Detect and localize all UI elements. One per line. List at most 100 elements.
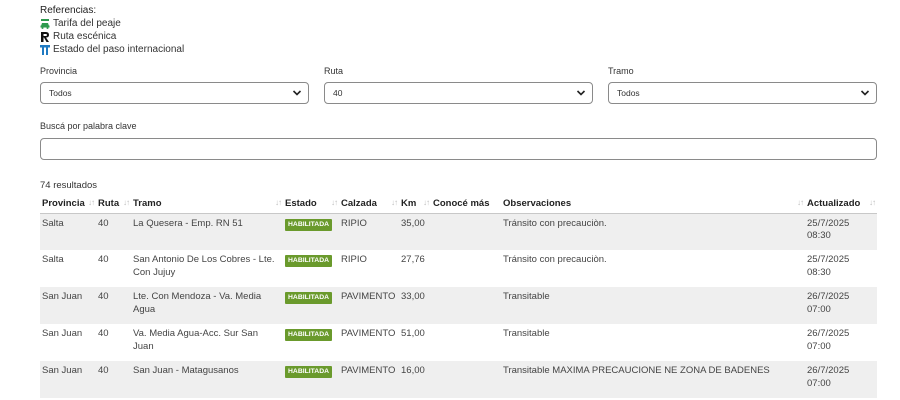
cell-provincia: San Juan — [42, 328, 83, 339]
ruta-value: 40 — [333, 88, 343, 98]
cell-calzada: RIPIO — [339, 213, 399, 250]
table-row: San Juan 40 Va. Media Agua-Acc. Sur San … — [40, 324, 877, 361]
table-row: Salta 40 La Quesera - Emp. RN 51 HABILIT… — [40, 213, 877, 250]
tramo-label: Tramo — [608, 66, 634, 76]
column-header-ruta[interactable]: Ruta ↓↑ — [96, 195, 131, 214]
cell-ruta: 40 — [98, 254, 109, 265]
cell-observaciones: Transitable — [501, 287, 805, 324]
status-badge: HABILITADA — [285, 292, 333, 304]
status-badge: HABILITADA — [285, 366, 333, 378]
table-row: Salta 40 San Antonio De Los Cobres - Lte… — [40, 250, 877, 287]
cell-km: 33,00 — [399, 287, 431, 324]
toll-car-icon — [40, 18, 50, 29]
cell-km: 35,00 — [399, 213, 431, 250]
keyword-search: Buscá por palabra clave — [40, 121, 877, 160]
column-header-tramo[interactable]: Tramo ↓↑ — [131, 195, 283, 214]
column-header-conoce-mas[interactable]: Conocé más — [431, 195, 501, 214]
cell-actualizado: 25/7/2025 08:30 — [807, 254, 850, 278]
cell-estado: HABILITADA — [283, 250, 339, 287]
sort-icon: ↓↑ — [331, 198, 338, 207]
reference-label: Tarifa del peaje — [53, 18, 121, 29]
reference-label: Ruta escénica — [53, 31, 117, 42]
cell-provincia: Salta — [40, 213, 96, 250]
cell-ruta: 40 — [96, 287, 131, 324]
sort-icon: ↓↑ — [869, 198, 876, 207]
cell-km: 27,76 — [401, 254, 425, 265]
sort-icon: ↓↑ — [275, 198, 282, 207]
chevron-down-icon — [292, 90, 302, 96]
column-header-calzada[interactable]: Calzada ↓↑ — [339, 195, 399, 214]
tramo-value: Todos — [617, 88, 640, 98]
status-badge: HABILITADA — [285, 329, 333, 341]
tramo-select[interactable]: Todos — [608, 82, 877, 104]
reference-toll: Tarifa del peaje — [40, 17, 184, 30]
sort-icon: ↓↑ — [88, 198, 95, 207]
cell-conoce-mas — [431, 250, 501, 287]
provincia-value: Todos — [49, 88, 72, 98]
results-table: Provincia ↓↑ Ruta ↓↑ Tramo ↓↑ Estado ↓↑ Calz… — [40, 195, 877, 398]
column-header-estado[interactable]: Estado ↓↑ — [283, 195, 339, 214]
column-header-actualizado[interactable]: Actualizado ↓↑ — [805, 195, 877, 214]
cell-ruta: 40 — [96, 213, 131, 250]
sort-icon: ↓↑ — [391, 198, 398, 207]
cell-calzada: RIPIO — [341, 254, 367, 265]
cell-actualizado: 26/7/2025 07:00 — [805, 287, 877, 324]
table-row: San Juan 40 San Juan - Matagusanos HABIL… — [40, 361, 877, 398]
cell-observaciones: Tránsito con precauciòn. — [503, 254, 607, 265]
cell-observaciones: Transitable — [503, 328, 550, 339]
filter-provincia: Provincia Todos — [40, 66, 309, 104]
cell-conoce-mas — [431, 361, 501, 398]
cell-estado: HABILITADA — [283, 213, 339, 250]
border-crossing-icon — [40, 44, 50, 55]
cell-tramo: La Quesera - Emp. RN 51 — [131, 213, 283, 250]
cell-observaciones: Tránsito con precauciòn. — [501, 213, 805, 250]
provincia-label: Provincia — [40, 66, 78, 76]
cell-actualizado: 26/7/2025 07:00 — [807, 328, 850, 352]
scenic-route-icon — [41, 31, 49, 42]
reference-scenic: Ruta escénica — [40, 30, 184, 43]
cell-estado: HABILITADA — [283, 324, 339, 361]
cell-calzada: PAVIMENTO — [339, 361, 399, 398]
filter-ruta: Ruta 40 — [324, 66, 593, 104]
references-title: Referencias: — [40, 5, 97, 16]
cell-actualizado: 26/7/2025 07:00 — [805, 361, 877, 398]
column-header-provincia[interactable]: Provincia ↓↑ — [40, 195, 96, 214]
results-count: 74 resultados — [40, 180, 98, 191]
cell-calzada: PAVIMENTO — [339, 287, 399, 324]
column-header-observaciones[interactable]: Observaciones ↓↑ — [501, 195, 805, 214]
cell-calzada: PAVIMENTO — [341, 328, 396, 339]
sort-icon: ↓↑ — [797, 198, 804, 207]
cell-tramo: Va. Media Agua-Acc. Sur San Juan — [133, 328, 258, 352]
filter-tramo: Tramo Todos — [608, 66, 877, 104]
status-badge: HABILITADA — [285, 255, 333, 267]
table-row: San Juan 40 Lte. Con Mendoza - Va. Media… — [40, 287, 877, 324]
cell-km: 51,00 — [401, 328, 425, 339]
cell-tramo: Lte. Con Mendoza - Va. Media Agua — [131, 287, 283, 324]
chevron-down-icon — [576, 90, 586, 96]
reference-border: Estado del paso internacional — [40, 43, 184, 56]
cell-actualizado: 25/7/2025 08:30 — [805, 213, 877, 250]
sort-icon: ↓↑ — [123, 198, 130, 207]
provincia-select[interactable]: Todos — [40, 82, 309, 104]
keyword-search-label: Buscá por palabra clave — [40, 121, 137, 131]
chevron-down-icon — [860, 90, 870, 96]
cell-tramo: San Antonio De Los Cobres - Lte. Con Juj… — [133, 254, 275, 278]
table-header-row: Provincia ↓↑ Ruta ↓↑ Tramo ↓↑ Estado ↓↑ Calz… — [40, 195, 877, 214]
cell-ruta: 40 — [96, 361, 131, 398]
cell-estado: HABILITADA — [283, 361, 339, 398]
cell-provincia: Salta — [42, 254, 64, 265]
cell-provincia: San Juan — [40, 361, 96, 398]
ruta-label: Ruta — [324, 66, 344, 76]
status-badge: HABILITADA — [285, 218, 333, 231]
cell-conoce-mas — [431, 324, 501, 361]
ruta-select[interactable]: 40 — [324, 82, 593, 104]
keyword-search-input[interactable] — [40, 138, 877, 160]
cell-tramo: San Juan - Matagusanos — [131, 361, 283, 398]
cell-estado: HABILITADA — [283, 287, 339, 324]
cell-ruta: 40 — [98, 328, 109, 339]
cell-conoce-mas — [431, 213, 501, 250]
cell-observaciones: Transitable MAXIMA PRECAUCIONE NE ZONA D… — [501, 361, 805, 398]
column-header-km[interactable]: Km ↓↑ — [399, 195, 431, 214]
cell-km: 16,00 — [399, 361, 431, 398]
cell-conoce-mas — [431, 287, 501, 324]
